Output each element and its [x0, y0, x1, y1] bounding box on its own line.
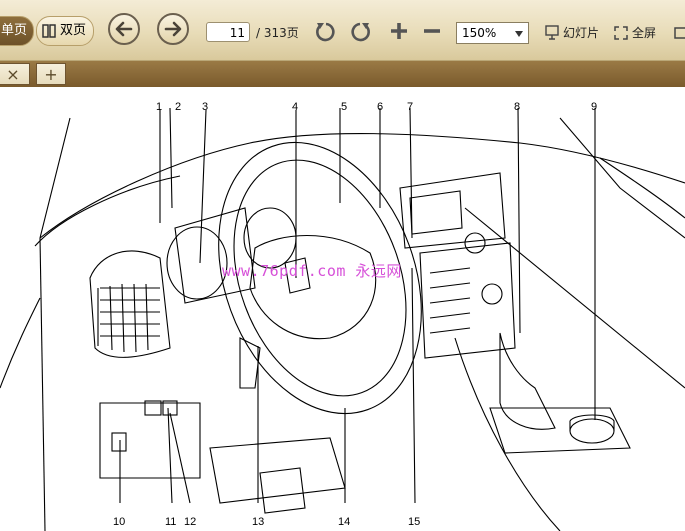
right-arrow-icon	[164, 21, 182, 37]
callout-7: 7	[407, 101, 414, 113]
left-arrow-icon	[115, 21, 133, 37]
page-number-input[interactable]: 11	[206, 22, 250, 42]
fullscreen-icon	[614, 25, 628, 44]
close-tab-icon[interactable]: ×	[6, 65, 19, 84]
callout-1: 1	[156, 101, 163, 113]
callout-3: 3	[202, 101, 209, 113]
callout-10: 10	[113, 516, 126, 528]
callout-12: 12	[184, 516, 197, 528]
double-page-label: 双页	[60, 23, 87, 38]
slideshow-button[interactable]: 幻灯片	[563, 24, 599, 41]
previous-page-button[interactable]	[108, 13, 140, 45]
double-page-button[interactable]: 双页	[36, 16, 94, 46]
rotate-right-button[interactable]	[348, 20, 372, 48]
zoom-in-icon	[391, 23, 407, 39]
callout-11: 11	[165, 516, 177, 528]
zoom-out-button[interactable]	[421, 20, 443, 46]
single-page-label: 单页	[1, 23, 28, 38]
dashboard-diagram	[0, 107, 685, 531]
rotate-left-button[interactable]	[314, 20, 338, 48]
callout-6: 6	[377, 101, 384, 113]
rotate-right-icon	[351, 22, 370, 42]
zoom-value: 150%	[462, 26, 497, 40]
new-tab-button[interactable]: +	[36, 63, 66, 85]
callout-15: 15	[408, 516, 421, 528]
more-icon[interactable]	[674, 25, 685, 44]
chevron-down-icon	[515, 31, 523, 37]
callout-13: 13	[252, 516, 265, 528]
add-tab-icon: +	[44, 64, 58, 84]
callout-14: 14	[338, 516, 351, 528]
callout-4: 4	[292, 101, 299, 113]
document-view[interactable]: www.76pdf.com 永远网 1 2 3 4 5 6 7 8 9 10 1…	[0, 88, 685, 531]
callout-5: 5	[341, 101, 348, 113]
callout-8: 8	[514, 101, 521, 113]
next-page-button[interactable]	[157, 13, 189, 45]
watermark-text: www.76pdf.com 永远网	[222, 262, 402, 280]
zoom-out-icon	[424, 29, 440, 33]
rotate-left-icon	[316, 22, 335, 42]
callout-9: 9	[591, 101, 598, 113]
document-tab[interactable]: ×	[0, 63, 30, 85]
zoom-select[interactable]: 150%	[456, 22, 529, 44]
zoom-in-button[interactable]	[388, 20, 410, 46]
single-page-button[interactable]: 单页	[0, 16, 34, 46]
callout-2: 2	[175, 101, 182, 113]
tab-bar: × +	[0, 61, 685, 87]
fullscreen-button[interactable]: 全屏	[632, 24, 656, 41]
book-icon	[42, 23, 56, 38]
slideshow-icon	[545, 25, 559, 44]
toolbar: 单页 双页 11 / 313页 150% 幻灯片 全屏	[0, 0, 685, 61]
page-total-label: / 313页	[256, 26, 299, 40]
